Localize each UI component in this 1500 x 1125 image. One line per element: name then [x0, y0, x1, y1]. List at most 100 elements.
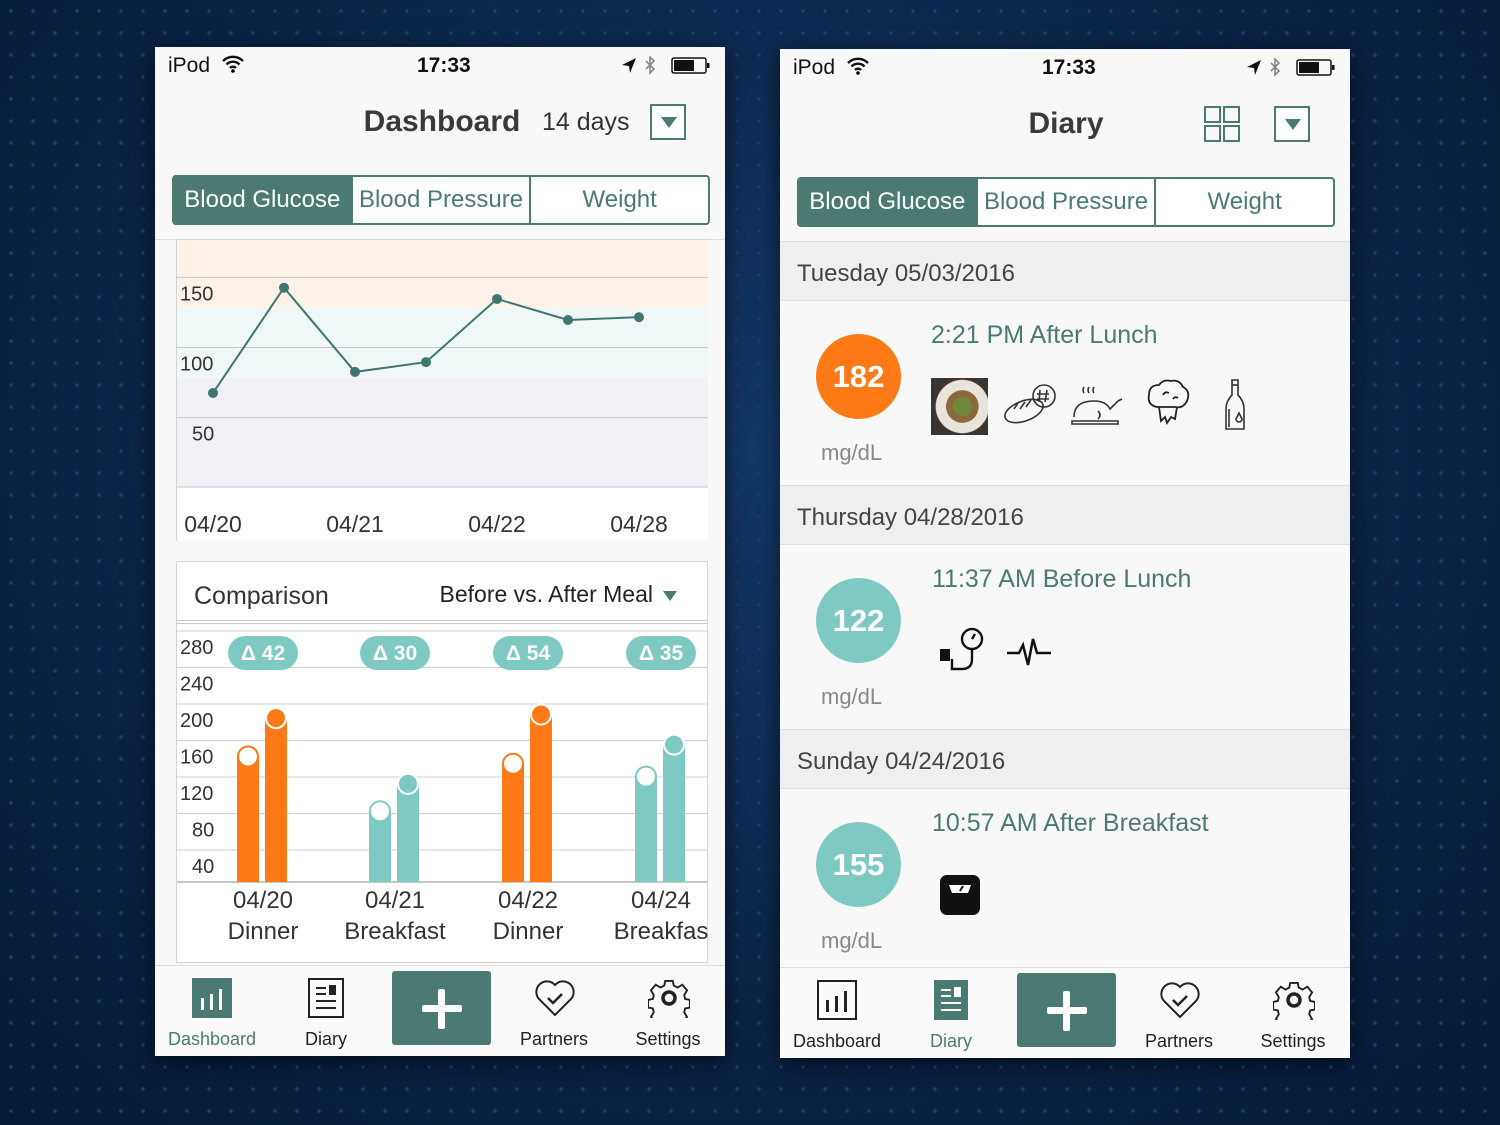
glucose-value-badge: 122 [816, 578, 901, 663]
clock: 17:33 [1042, 56, 1096, 79]
x-meal-label: Dinner [228, 918, 299, 945]
tab-partners[interactable]: Partners [497, 966, 611, 1056]
diary-screen: iPod 17:33 Diary Blood Glucose Blood Pre… [780, 49, 1350, 1058]
status-icons [622, 56, 710, 75]
tab-label: Dashboard [792, 1031, 882, 1051]
high-range-band [177, 240, 708, 308]
date-header: Tuesday 05/03/2016 [780, 241, 1350, 301]
tab-label: Diary [929, 1031, 972, 1051]
tab-bar: Dashboard Diary Partners Settings [155, 965, 725, 1056]
bread-icon [1004, 384, 1056, 424]
x-date-label: 04/22 [498, 887, 558, 914]
tab-diary[interactable]: Diary [894, 968, 1008, 1058]
data-point [563, 314, 573, 325]
segment-blood-glucose[interactable]: Blood Glucose [799, 179, 976, 225]
comparison-mode-label: Before vs. After Meal [439, 581, 653, 607]
x-tick-label: 04/28 [610, 511, 668, 537]
blood-pressure-icon [940, 627, 984, 671]
carrier: iPod [793, 56, 836, 79]
scale-icon [940, 875, 980, 915]
segment-weight[interactable]: Weight [529, 177, 708, 223]
after-meal-point [663, 733, 685, 756]
after-meal-bar [265, 718, 287, 882]
tab-label: Partners [519, 1029, 589, 1049]
low-range-band [177, 377, 708, 487]
tab-label: Dashboard [167, 1029, 257, 1049]
heart-check-icon [535, 980, 575, 1017]
range-dropdown-button[interactable] [650, 104, 686, 140]
entry-title: 10:57 AM After Breakfast [932, 809, 1209, 837]
y-tick-label: 280 [180, 637, 213, 659]
battery-icon [707, 63, 710, 68]
tab-dashboard[interactable]: Dashboard [780, 968, 894, 1058]
page-title: Diary [1028, 107, 1104, 140]
after-meal-bar [530, 714, 552, 882]
broccoli-icon [1147, 379, 1190, 426]
dashboard-screen: iPod 17:33 Dashboard 14 days Blood Gluco… [155, 47, 725, 1056]
segment-blood-pressure[interactable]: Blood Pressure [350, 177, 530, 223]
segment-blood-pressure[interactable]: Blood Pressure [975, 179, 1155, 225]
comparison-bar-chart: 280 240 200 160 120 80 40 Δ 42 04/20 Dinner Δ 30 04… [177, 630, 708, 945]
meal-photo[interactable] [931, 378, 988, 435]
delta-label: Δ 42 [241, 642, 285, 665]
diary-entry[interactable]: 155 mg/dL 10:57 AM After Breakfast [780, 789, 1350, 967]
diary-entry[interactable]: 122 mg/dL 11:37 AM Before Lunch [780, 545, 1350, 729]
location-icon [622, 58, 636, 73]
y-tick-label: 40 [192, 856, 214, 878]
y-tick-label: 160 [180, 747, 213, 769]
wifi-icon [222, 55, 244, 73]
segment-blood-glucose[interactable]: Blood Glucose [174, 177, 351, 223]
unit-label: mg/dL [821, 440, 883, 465]
delta-label: Δ 30 [373, 642, 417, 665]
y-tick-label: 50 [192, 424, 214, 446]
chicken-icon [1071, 386, 1123, 425]
gear-icon [1273, 981, 1315, 1020]
wifi-icon [847, 57, 869, 75]
bluetooth-icon [1270, 58, 1281, 77]
tab-diary[interactable]: Diary [269, 966, 383, 1056]
before-meal-point [237, 745, 259, 768]
gear-icon [648, 979, 690, 1018]
diary-icon [934, 980, 968, 1020]
comparison-card: Comparison Before vs. After Meal 280 240 2… [176, 561, 708, 963]
data-point [421, 357, 431, 368]
add-entry-button[interactable] [392, 971, 491, 1045]
before-meal-point [369, 800, 391, 823]
range-label[interactable]: 14 days [542, 108, 630, 137]
data-point [634, 312, 644, 323]
after-meal-point [397, 772, 419, 795]
location-icon [1247, 60, 1261, 75]
diary-icon [308, 978, 344, 1018]
date-header: Sunday 04/24/2016 [780, 729, 1350, 789]
comparison-mode-dropdown[interactable]: Before vs. After Meal [440, 581, 677, 608]
before-meal-bar [502, 763, 524, 882]
x-meal-label: Breakfas [614, 918, 708, 945]
unit-label: mg/dL [821, 684, 883, 709]
bottle-icon [1225, 379, 1245, 430]
bar-chart-icon [817, 980, 857, 1020]
data-point [350, 366, 360, 377]
diary-entry[interactable]: 182 mg/dL 2:21 PM After Lunch [780, 301, 1350, 485]
x-meal-label: Breakfast [344, 918, 446, 945]
bar-chart-icon [192, 978, 232, 1018]
metric-segmented-control: Blood Glucose Blood Pressure Weight [797, 177, 1335, 227]
y-tick-label: 120 [180, 783, 213, 805]
tab-settings[interactable]: Settings [1236, 968, 1350, 1058]
grid-view-icon[interactable] [1204, 106, 1240, 142]
after-meal-bar [663, 744, 685, 882]
heart-check-icon [1160, 982, 1200, 1019]
tab-partners[interactable]: Partners [1122, 968, 1236, 1058]
tab-label: Settings [635, 1029, 701, 1049]
y-tick-label: 200 [180, 710, 213, 732]
comparison-title: Comparison [194, 582, 329, 610]
before-meal-point [635, 765, 657, 788]
tab-settings[interactable]: Settings [611, 966, 725, 1056]
x-tick-label: 04/21 [326, 511, 384, 537]
before-meal-bar [635, 776, 657, 882]
after-meal-point [265, 707, 287, 730]
page-title: Dashboard [363, 105, 521, 138]
add-entry-button[interactable] [1017, 973, 1116, 1047]
segment-weight[interactable]: Weight [1154, 179, 1333, 225]
tab-dashboard[interactable]: Dashboard [155, 966, 269, 1056]
filter-dropdown-button[interactable] [1274, 106, 1310, 142]
